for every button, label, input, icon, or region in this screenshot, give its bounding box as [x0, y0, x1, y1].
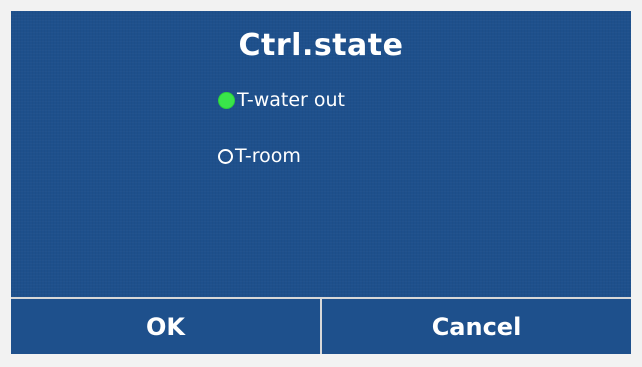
option-t-water-out[interactable]: T-water out	[218, 87, 345, 113]
radio-checked-icon[interactable]	[218, 91, 235, 109]
option-label: T-room	[235, 145, 301, 167]
ctrl-state-screen: Ctrl.state T-water out T-room OK Cancel	[11, 11, 631, 354]
cancel-button[interactable]: Cancel	[322, 299, 631, 354]
option-label: T-water out	[237, 89, 346, 111]
radio-unchecked-icon[interactable]	[218, 148, 233, 164]
ok-button[interactable]: OK	[11, 299, 322, 354]
option-t-room[interactable]: T-room	[218, 143, 301, 169]
page-title: Ctrl.state	[238, 28, 404, 63]
button-bar: OK Cancel	[11, 297, 631, 354]
